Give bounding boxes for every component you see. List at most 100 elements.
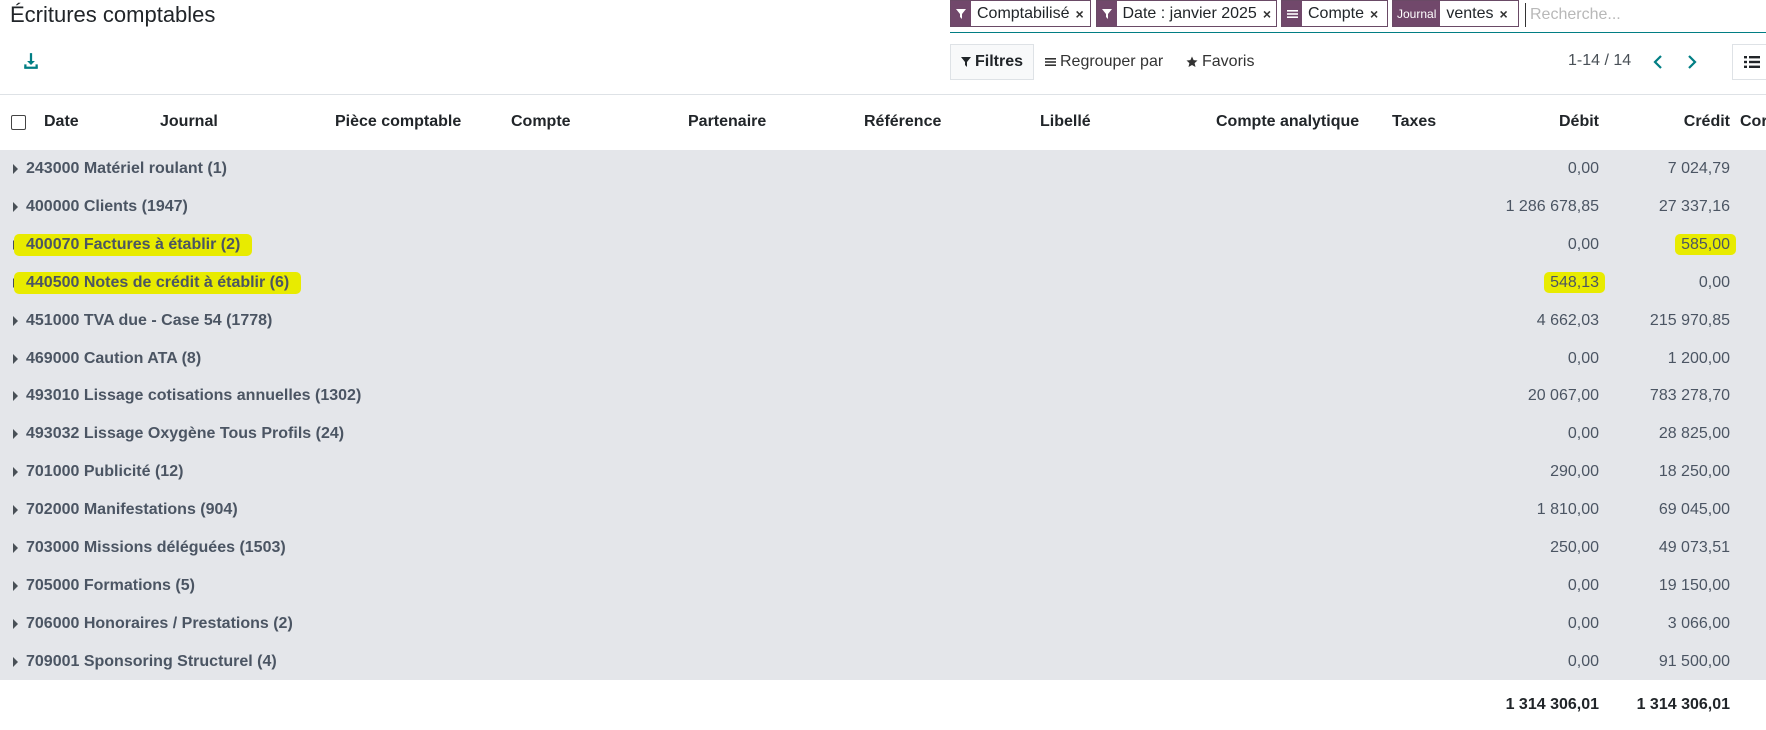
group-credit-value: 69 045,00 [1658,501,1730,519]
caret-right-icon [13,618,18,629]
group-credit: 215 970,85 [1650,312,1730,330]
pager-value[interactable]: 1-14 / 14 [1568,52,1631,70]
caret-right-icon [13,543,18,553]
group-row[interactable]: 703000 Missions déléguées (1503) 250,00 49… [0,529,1766,567]
group-label: 702000 Manifestations (904) [26,501,238,519]
group-credit: 18 250,00 [1659,463,1730,481]
group-credit: 28 825,00 [1659,425,1730,443]
group-label: 469000 Caution ATA (8) [26,349,202,367]
group-credit-value: 19 150,00 [1658,576,1730,594]
column-account[interactable]: Compte [511,113,571,131]
search-input[interactable] [1525,3,1762,27]
filters-button[interactable]: Filtres [950,44,1034,80]
filter-icon [951,1,971,26]
facet-remove-icon[interactable]: × [1075,6,1088,22]
facet-journal: Journal ventes × [1392,0,1519,27]
group-debit: 0,00 [1568,350,1599,368]
group-label: 243000 Matériel roulant (1) [26,160,227,177]
total-debit: 1 314 306,01 [1505,696,1599,713]
group-row[interactable]: 702000 Manifestations (904) 1 810,00 69 04… [0,491,1766,529]
group-credit-value: 28 825,00 [1658,425,1730,443]
group-debit: 0,00 [1568,160,1599,178]
group-debit-value: 0,00 [1567,652,1599,670]
column-move[interactable]: Pièce comptable [335,113,461,131]
group-debit-value: 290,00 [1550,463,1599,481]
facet-value: Compte [1308,4,1365,22]
group-label: 703000 Missions déléguées (1503) [26,539,286,556]
caret-right-icon [13,201,18,212]
caret-right-icon [13,391,18,402]
group-label: 706000 Honoraires / Prestations (2) [26,614,293,632]
group-debit: 0,00 [1568,425,1599,443]
group-row[interactable]: 451000 TVA due - Case 54 (1778) 4 662,03 2… [0,302,1766,340]
group-row[interactable]: 469000 Caution ATA (8) 0,00 1 200,00 [0,340,1766,378]
list-view-button[interactable] [1732,44,1766,80]
group-row[interactable]: 709001 Sponsoring Structurel (4) 0,00 91 5… [0,643,1766,681]
favorites-button[interactable]: Favoris [1186,44,1254,80]
group-row[interactable]: 701000 Publicité (12) 290,00 18 250,00 [0,453,1766,491]
download-icon[interactable] [22,52,40,70]
group-label: 400070 Factures à établir (2) [14,233,253,256]
group-credit-value: 585,00 [1675,233,1736,255]
chevron-left-icon[interactable] [1648,52,1668,72]
group-row[interactable]: 400070 Factures à établir (2) 0,00 585,00 [0,226,1766,264]
group-debit: 548,13 [1544,271,1605,293]
caret-right-icon [13,467,18,478]
group-debit: 1 810,00 [1537,501,1599,519]
group-credit-value: 7 024,79 [1667,160,1730,177]
group-debit: 0,00 [1568,577,1599,595]
column-reference[interactable]: Référence [864,113,941,131]
group-row[interactable]: 400000 Clients (1947) 1 286 678,85 27 337,… [0,188,1766,226]
group-row[interactable]: 706000 Honoraires / Prestations (2) 0,00 3… [0,605,1766,643]
group-credit-value: 49 073,51 [1658,539,1730,556]
group-debit-value: 0,00 [1567,235,1599,253]
facet-remove-icon[interactable]: × [1500,6,1513,22]
group-debit-value: 20 067,00 [1527,387,1599,405]
group-debit-value: 548,13 [1544,271,1605,293]
group-credit: 3 066,00 [1668,615,1730,633]
group-label: 451000 TVA due - Case 54 (1778) [26,311,273,329]
journal-label: Journal [1393,1,1441,26]
facet-value: ventes [1446,4,1494,22]
group-credit-value: 215 970,85 [1649,311,1730,329]
group-row[interactable]: 243000 Matériel roulant (1) 0,00 7 024,79 [0,150,1766,188]
column-journal[interactable]: Journal [160,113,218,131]
total-credit: 1 314 306,01 [1636,696,1730,713]
group-debit: 0,00 [1568,653,1599,671]
group-debit-value: 0,00 [1567,576,1599,594]
group-debit-value: 1 286 678,85 [1505,197,1599,215]
column-debit[interactable]: Débit [1559,113,1599,131]
group-row[interactable]: 493032 Lissage Oxygène Tous Profils (24)… [0,415,1766,453]
column-partner[interactable]: Partenaire [688,113,766,131]
column-date[interactable]: Date [44,113,79,131]
group-credit: 49 073,51 [1659,539,1730,557]
facet-group-account: Compte × [1281,0,1388,27]
column-label[interactable]: Libellé [1040,113,1091,131]
column-credit[interactable]: Crédit [1684,113,1730,131]
group-credit: 7 024,79 [1668,160,1730,178]
group-debit-value: 0,00 [1567,614,1599,632]
group-debit: 0,00 [1568,615,1599,633]
column-cor[interactable]: Cor [1740,113,1766,131]
group-row[interactable]: 493010 Lissage cotisations annuelles (13… [0,377,1766,415]
group-debit: 0,00 [1568,236,1599,254]
group-debit: 4 662,03 [1537,312,1599,330]
select-all-checkbox[interactable] [11,115,26,130]
group-row[interactable]: 705000 Formations (5) 0,00 19 150,00 [0,567,1766,605]
group-debit-value: 0,00 [1567,349,1599,367]
chevron-right-icon[interactable] [1682,52,1702,72]
group-by-button[interactable]: Regrouper par [1045,44,1163,80]
table-header: Date Journal Pièce comptable Compte Part… [0,94,1766,151]
column-analytic[interactable]: Compte analytique [1216,113,1359,131]
group-label: 709001 Sponsoring Structurel (4) [26,652,277,670]
facet-remove-icon[interactable]: × [1263,6,1276,22]
filter-icon [1097,1,1117,26]
filter-icon [960,57,971,67]
column-taxes[interactable]: Taxes [1392,113,1436,131]
group-row[interactable]: 440500 Notes de crédit à établir (6) 548,… [0,264,1766,302]
group-debit-value: 0,00 [1567,160,1599,177]
group-debit-value: 1 810,00 [1536,501,1599,519]
group-icon [1045,58,1056,66]
group-label: 440500 Notes de crédit à établir (6) [14,271,302,294]
facet-remove-icon[interactable]: × [1370,6,1383,22]
